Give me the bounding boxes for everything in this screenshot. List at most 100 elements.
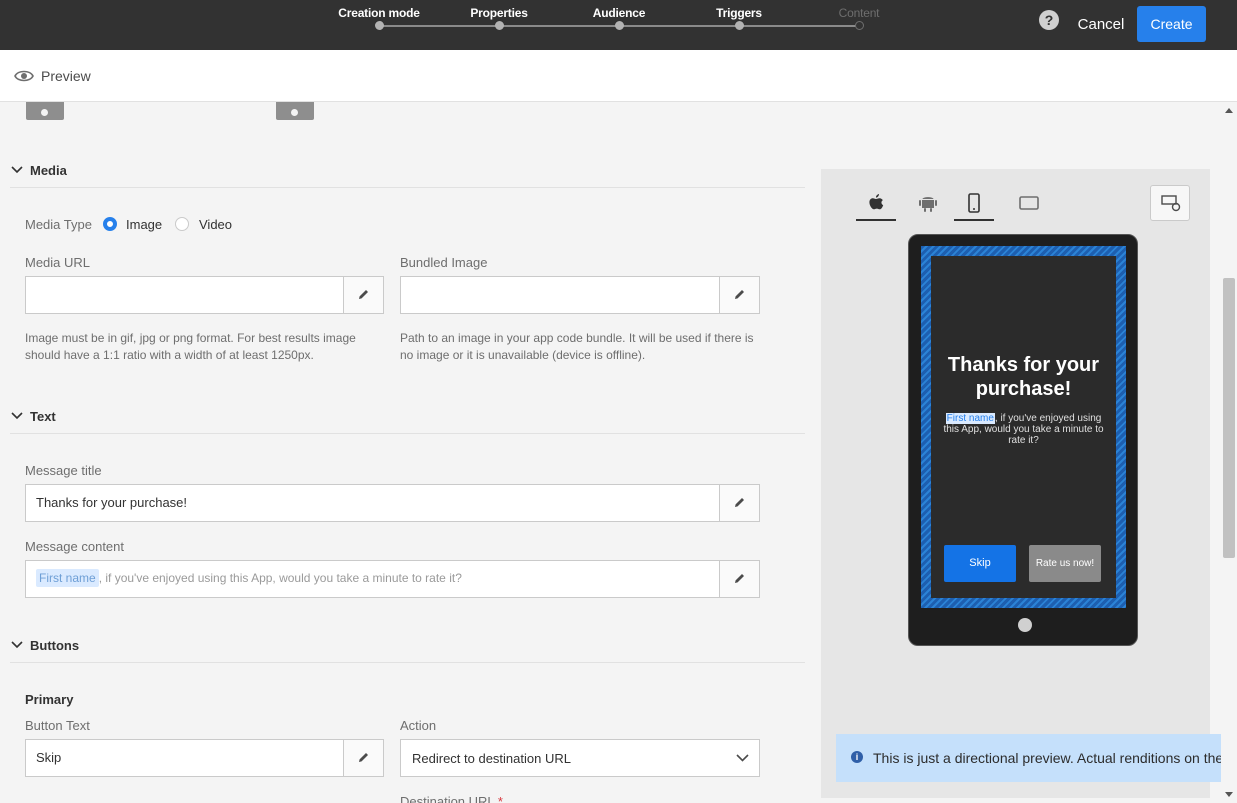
video-radio-label[interactable]: Video: [199, 217, 232, 232]
scroll-down-arrow-icon[interactable]: [1225, 792, 1233, 797]
button-text-value: Skip: [36, 750, 62, 765]
preview-skip-button: Skip: [944, 545, 1016, 582]
edit-message-title-button[interactable]: [719, 485, 759, 521]
message-title-label: Message title: [25, 463, 102, 478]
rotate-device-button[interactable]: [1150, 185, 1190, 221]
step-indicator: Creation mode Properties Audience Trigge…: [0, 0, 1000, 50]
step-dot: [855, 21, 864, 30]
step-label: Creation mode: [338, 6, 420, 20]
destination-url-label: Destination URL *: [400, 794, 503, 803]
create-button[interactable]: Create: [1137, 6, 1206, 42]
step-creation-mode[interactable]: Creation mode: [319, 0, 439, 50]
step-dot: [375, 21, 384, 30]
message-content-text: , if you've enjoyed using this App, woul…: [98, 571, 462, 585]
section-title: Buttons: [30, 638, 80, 653]
help-line: Image must be in gif, jpg or png format.…: [25, 331, 356, 345]
help-line: no image or it is unavailable (device is…: [400, 348, 646, 362]
chevron-down-icon: [736, 754, 749, 762]
destination-url-text: Destination URL: [400, 794, 495, 803]
step-triggers[interactable]: Triggers: [679, 0, 799, 50]
help-icon[interactable]: ?: [1039, 10, 1059, 30]
device-frame: Thanks for your purchase! First name, if…: [908, 234, 1138, 646]
personalization-pill[interactable]: First name: [36, 569, 99, 587]
apple-icon: [869, 194, 884, 210]
tablet-template-icon[interactable]: [276, 102, 314, 120]
step-label: Properties: [470, 6, 528, 20]
media-url-help: Image must be in gif, jpg or png format.…: [25, 330, 356, 364]
pencil-icon: [735, 574, 744, 583]
pencil-icon: [359, 290, 368, 299]
section-title: Media: [30, 163, 67, 178]
preview-message-title: Thanks for your purchase!: [947, 354, 1100, 400]
step-dot: [615, 21, 624, 30]
preview-message-body: First name, if you've enjoyed using this…: [939, 413, 1108, 446]
preview-personalization: First name: [945, 413, 995, 424]
step-content[interactable]: Content: [799, 0, 919, 50]
media-section-header[interactable]: Media: [10, 158, 805, 188]
message-title-value: Thanks for your purchase!: [36, 495, 188, 510]
cancel-button[interactable]: Cancel: [1074, 8, 1128, 42]
help-line: should have a 1:1 ratio with a width of …: [25, 348, 314, 362]
device-preview-panel: Thanks for your purchase! First name, if…: [821, 169, 1210, 798]
workflow-header: Creation mode Properties Audience Trigge…: [0, 0, 1237, 50]
edit-button-text-button[interactable]: [343, 740, 383, 776]
chevron-down-icon: [11, 641, 23, 649]
edit-bundled-image-button[interactable]: [719, 277, 759, 313]
bundled-image-help: Path to an image in your app code bundle…: [400, 330, 754, 364]
tablet-icon: [1019, 196, 1039, 210]
button-text-field[interactable]: Skip: [25, 739, 384, 777]
tablet-template-icon[interactable]: [26, 102, 64, 120]
media-type-label: Media Type: [25, 217, 92, 232]
tab-phone[interactable]: [954, 189, 994, 221]
device-screen: Thanks for your purchase! First name, if…: [921, 246, 1126, 608]
info-icon: i: [851, 751, 863, 763]
step-audience[interactable]: Audience: [559, 0, 679, 50]
preview-disclaimer-toast: i This is just a directional preview. Ac…: [836, 734, 1237, 782]
media-url-field[interactable]: [25, 276, 384, 314]
message-card: Thanks for your purchase! First name, if…: [931, 256, 1116, 598]
toast-text: This is just a directional preview. Actu…: [873, 750, 1237, 766]
section-title: Text: [30, 409, 56, 424]
phone-icon: [968, 193, 980, 213]
message-content-label: Message content: [25, 539, 125, 554]
edit-message-content-button[interactable]: [719, 561, 759, 597]
media-url-label: Media URL: [25, 255, 91, 270]
tab-ios[interactable]: [856, 189, 896, 221]
preview-rate-button: Rate us now!: [1029, 545, 1101, 582]
bundled-image-label: Bundled Image: [400, 255, 488, 270]
android-icon: [919, 197, 937, 212]
action-value: Redirect to destination URL: [412, 751, 571, 766]
image-radio-label[interactable]: Image: [126, 217, 162, 232]
step-properties[interactable]: Properties: [439, 0, 559, 50]
vertical-scrollbar[interactable]: [1221, 102, 1237, 803]
step-dot: [735, 21, 744, 30]
video-radio[interactable]: [175, 217, 189, 231]
preview-toggle[interactable]: Preview: [41, 68, 91, 84]
bundled-image-field[interactable]: [400, 276, 760, 314]
edit-media-url-button[interactable]: [343, 277, 383, 313]
content-form: Media Media Type Image Video Media URL I…: [0, 102, 820, 803]
pencil-icon: [735, 290, 744, 299]
rotate-icon: [1161, 195, 1181, 212]
tab-tablet[interactable]: [1008, 189, 1048, 221]
text-section-header[interactable]: Text: [10, 404, 805, 434]
required-mark: *: [497, 794, 503, 803]
message-content-field[interactable]: First name, if you've enjoyed using this…: [25, 560, 760, 598]
buttons-section-header[interactable]: Buttons: [10, 633, 805, 663]
chevron-down-icon: [11, 166, 23, 174]
image-radio[interactable]: [103, 217, 117, 231]
message-title-field[interactable]: Thanks for your purchase!: [25, 484, 760, 522]
chevron-down-icon: [11, 412, 23, 420]
pencil-icon: [359, 753, 368, 762]
tab-android[interactable]: [908, 189, 948, 221]
message-content-value: First name, if you've enjoyed using this…: [36, 569, 462, 587]
primary-subheading: Primary: [25, 692, 74, 707]
eye-icon[interactable]: [14, 67, 34, 85]
scroll-up-arrow-icon[interactable]: [1225, 108, 1233, 113]
help-line: Path to an image in your app code bundle…: [400, 331, 754, 345]
step-label: Triggers: [716, 6, 762, 20]
scroll-thumb[interactable]: [1223, 278, 1235, 558]
action-label: Action: [400, 718, 437, 733]
action-select[interactable]: Redirect to destination URL: [400, 739, 760, 777]
pencil-icon: [735, 498, 744, 507]
